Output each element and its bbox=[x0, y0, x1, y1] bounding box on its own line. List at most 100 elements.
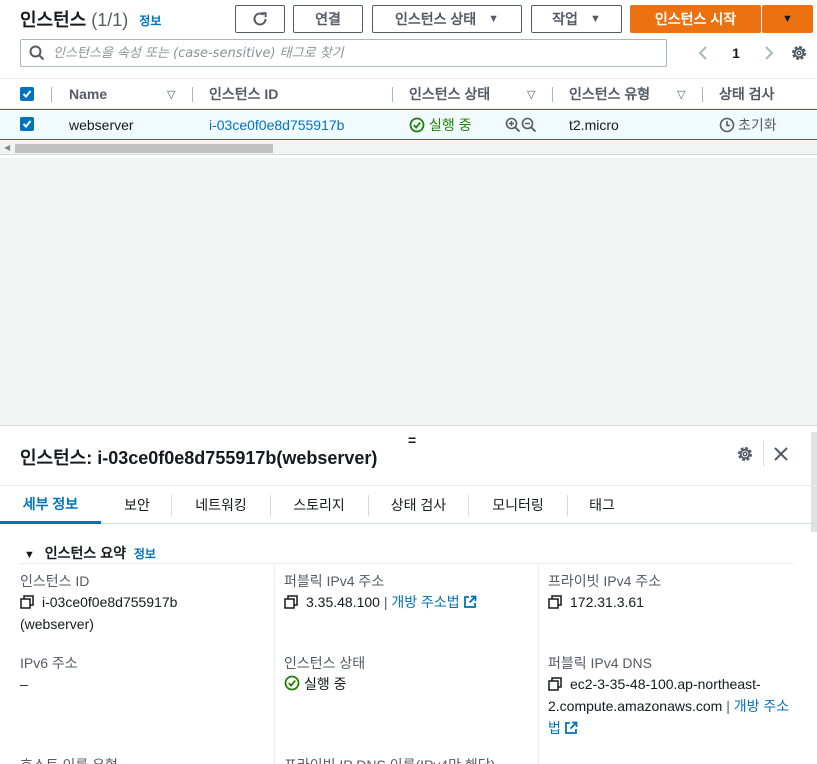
launch-instances-button[interactable]: 인스턴스 시작 bbox=[630, 5, 761, 33]
public-dns-text-2: 2.compute.amazonaws.com bbox=[548, 698, 723, 714]
public-dns-text-1: ec2-3-35-48-100.ap-northeast- bbox=[570, 676, 761, 692]
public-ipv4-label: 퍼블릭 IPv4 주소 bbox=[284, 573, 385, 589]
divider bbox=[20, 563, 794, 564]
settings-gear-icon[interactable] bbox=[736, 445, 754, 463]
column-divider bbox=[538, 565, 539, 764]
copy-icon[interactable] bbox=[284, 595, 298, 609]
column-separator[interactable] bbox=[392, 87, 393, 102]
tab-monitoring[interactable]: 모니터링 bbox=[469, 486, 567, 524]
actions-button[interactable]: 작업 ▼ bbox=[531, 5, 622, 33]
instance-state-value: 실행 중 bbox=[284, 673, 347, 695]
table-empty-area bbox=[0, 158, 817, 425]
cell-instance-id-link[interactable]: i-03ce0f0e8d755917b bbox=[209, 110, 344, 139]
table-row[interactable]: webserver i-03ce0f0e8d755917b 실행 중 t2.mi… bbox=[0, 109, 817, 140]
instance-id-suffix: (webserver) bbox=[20, 616, 94, 632]
caret-down-icon: ▼ bbox=[24, 549, 35, 561]
tab-networking[interactable]: 네트워킹 bbox=[172, 486, 270, 524]
search-box[interactable] bbox=[20, 39, 667, 67]
column-header-instance-state[interactable]: 인스턴스 상태 bbox=[409, 79, 490, 109]
caret-down-icon: ▼ bbox=[488, 13, 500, 25]
sort-icon[interactable]: ▽ bbox=[677, 88, 685, 101]
instance-state-label: 인스턴스 상태 bbox=[284, 655, 366, 671]
settings-gear-icon[interactable] bbox=[790, 44, 808, 62]
ipv6-value: – bbox=[20, 676, 28, 692]
column-separator[interactable] bbox=[552, 87, 553, 102]
search-input[interactable] bbox=[53, 45, 643, 61]
check-circle-icon bbox=[409, 117, 425, 132]
select-all-checkbox[interactable] bbox=[20, 87, 34, 101]
open-address-link[interactable]: 개방 주소법 bbox=[391, 594, 459, 610]
check-circle-icon bbox=[284, 675, 300, 691]
zoom-in-icon[interactable] bbox=[505, 117, 521, 133]
public-dns-line3: 법 bbox=[548, 717, 578, 739]
page-number[interactable]: 1 bbox=[732, 45, 740, 61]
search-icon bbox=[29, 45, 45, 61]
open-address-link-2[interactable]: 개방 주소 bbox=[734, 698, 789, 714]
chevron-right-icon[interactable] bbox=[762, 45, 776, 61]
instance-state-label: 인스턴스 상태 bbox=[394, 11, 477, 27]
caret-down-icon: ▼ bbox=[589, 13, 601, 25]
refresh-icon bbox=[253, 12, 267, 26]
external-link-icon[interactable] bbox=[463, 595, 477, 609]
instance-state-button[interactable]: 인스턴스 상태 ▼ bbox=[372, 5, 522, 33]
refresh-button[interactable] bbox=[235, 5, 285, 33]
launch-dropdown-button[interactable]: ▼ bbox=[762, 5, 813, 33]
connect-button[interactable]: 연결 bbox=[293, 5, 363, 33]
column-header-name[interactable]: Name bbox=[69, 79, 107, 109]
check-icon bbox=[22, 120, 32, 128]
separator-text: | bbox=[383, 594, 388, 610]
separator-text: | bbox=[726, 698, 730, 714]
instance-id-value: i-03ce0f0e8d755917b bbox=[20, 591, 177, 613]
public-dns-line1: ec2-3-35-48-100.ap-northeast- bbox=[548, 673, 761, 695]
chevron-left-icon[interactable] bbox=[696, 45, 710, 61]
info-link[interactable]: 정보 bbox=[139, 14, 161, 28]
sort-icon[interactable]: ▽ bbox=[527, 88, 535, 101]
tab-storage[interactable]: 스토리지 bbox=[271, 486, 367, 524]
copy-icon[interactable] bbox=[20, 595, 34, 609]
cell-instance-type: t2.micro bbox=[569, 116, 619, 133]
zoom-controls bbox=[505, 110, 537, 139]
close-icon[interactable] bbox=[773, 446, 789, 462]
sort-icon[interactable]: ▽ bbox=[167, 88, 175, 101]
hostname-type-label: 호스트 이름 유형 bbox=[20, 755, 118, 764]
column-header-status-check[interactable]: 상태 검사 bbox=[719, 79, 774, 109]
public-dns-label: 퍼블릭 IPv4 DNS bbox=[548, 655, 652, 671]
copy-icon[interactable] bbox=[548, 595, 562, 609]
column-header-instance-type[interactable]: 인스턴스 유형 bbox=[569, 79, 650, 109]
external-link-icon[interactable] bbox=[564, 721, 578, 735]
public-ipv4-value: 3.35.48.100 | 개방 주소법 bbox=[284, 591, 477, 613]
scrollbar-thumb[interactable] bbox=[15, 144, 273, 153]
status-check-text: 초기화 bbox=[738, 116, 777, 133]
tab-tags[interactable]: 태그 bbox=[568, 486, 636, 524]
column-separator[interactable] bbox=[192, 87, 193, 102]
public-ipv4-text: 3.35.48.100 bbox=[306, 594, 380, 610]
instance-summary-header[interactable]: ▼ 인스턴스 요약 정보 bbox=[24, 543, 156, 563]
instances-header: 인스턴스 (1/1) 정보 연결 인스턴스 상태 ▼ 작업 ▼ 인스턴스 시작 … bbox=[0, 0, 817, 78]
ipv6-label: IPv6 주소 bbox=[20, 655, 78, 671]
copy-icon[interactable] bbox=[548, 677, 562, 691]
column-divider bbox=[274, 565, 275, 764]
private-dns-label: 프라이빗 IP DNS 이름(IPv4만 해당) bbox=[284, 755, 495, 764]
horizontal-scrollbar[interactable]: ◀ bbox=[0, 141, 817, 155]
divider bbox=[763, 441, 764, 466]
private-ipv4-value: 172.31.3.61 bbox=[548, 591, 644, 613]
resize-handle-icon[interactable]: = bbox=[408, 432, 416, 448]
instance-id-text: i-03ce0f0e8d755917b bbox=[42, 594, 178, 610]
row-checkbox[interactable] bbox=[20, 117, 34, 131]
state-text: 실행 중 bbox=[304, 676, 347, 692]
column-separator[interactable] bbox=[702, 87, 703, 102]
scroll-left-arrow-icon[interactable]: ◀ bbox=[4, 143, 10, 152]
private-ipv4-label: 프라이빗 IPv4 주소 bbox=[548, 573, 662, 589]
public-dns-line2: 2.compute.amazonaws.com | 개방 주소 bbox=[548, 695, 789, 717]
page-title-text: 인스턴스 bbox=[20, 10, 87, 30]
check-icon bbox=[22, 90, 32, 98]
info-link[interactable]: 정보 bbox=[134, 547, 156, 561]
column-header-instance-id[interactable]: 인스턴스 ID bbox=[209, 79, 278, 109]
tab-details[interactable]: 세부 정보 bbox=[0, 486, 101, 524]
private-ipv4-text: 172.31.3.61 bbox=[570, 594, 644, 610]
tab-security[interactable]: 보안 bbox=[106, 486, 168, 524]
actions-label: 작업 bbox=[552, 11, 578, 27]
tab-status-checks[interactable]: 상태 검사 bbox=[369, 486, 468, 524]
open-address-link-2-tail[interactable]: 법 bbox=[548, 720, 561, 736]
zoom-out-icon[interactable] bbox=[521, 117, 537, 133]
